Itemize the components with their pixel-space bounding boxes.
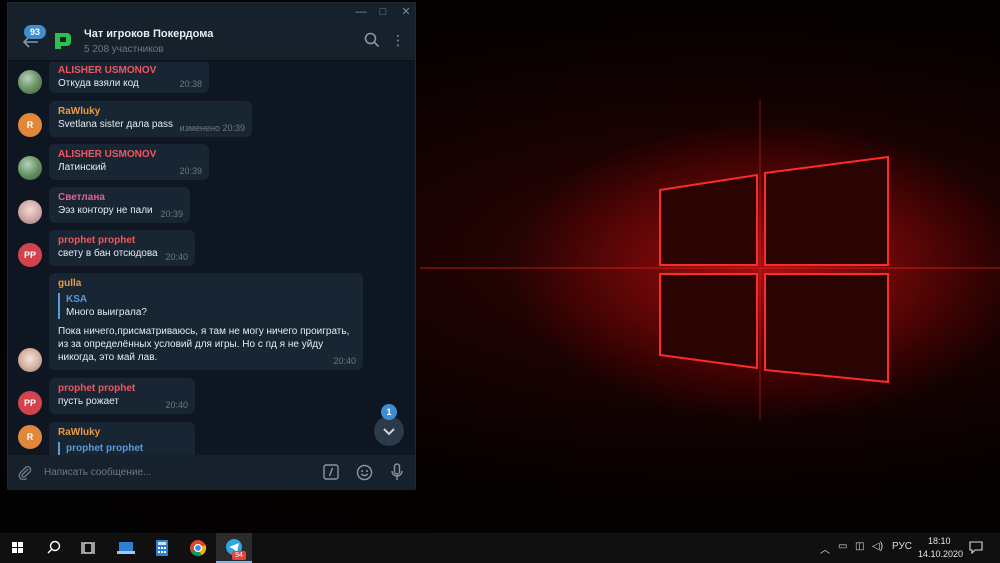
avatar[interactable] bbox=[18, 156, 42, 180]
search-icon bbox=[364, 32, 380, 48]
sender-name[interactable]: gulla bbox=[58, 277, 354, 290]
quote-text: Много выиграла? bbox=[66, 307, 147, 318]
attach-icon bbox=[18, 466, 32, 481]
member-count: 5 208 участников bbox=[84, 44, 164, 55]
message-time: изменено 20:39 bbox=[179, 123, 245, 133]
message-bubble[interactable]: RaWluky Svetlana sister дала pass измене… bbox=[49, 101, 252, 137]
chat-header: 93 Чат игроков Покердома 5 208 участнико… bbox=[8, 21, 415, 61]
start-button[interactable] bbox=[0, 533, 36, 563]
taskbar-search-button[interactable] bbox=[36, 533, 72, 563]
message-text-line: Пока ничего,присматриваюсь, я там не мог… bbox=[58, 326, 350, 337]
windows-start-icon bbox=[12, 542, 23, 553]
search-icon bbox=[47, 540, 61, 554]
new-messages-badge: 1 bbox=[381, 404, 397, 420]
emoji-button[interactable] bbox=[356, 464, 373, 481]
search-button[interactable] bbox=[363, 31, 381, 49]
network-icon[interactable]: ◫ bbox=[855, 541, 864, 552]
quote-author: KSA bbox=[66, 294, 88, 305]
more-vertical-icon[interactable]: ⋮ bbox=[391, 30, 405, 50]
chevron-down-icon bbox=[383, 428, 395, 436]
chat-title[interactable]: Чат игроков Покердома bbox=[84, 28, 213, 40]
notification-center-icon bbox=[969, 541, 983, 555]
avatar[interactable]: R bbox=[18, 113, 42, 137]
chrome-button[interactable] bbox=[180, 533, 216, 563]
task-view-icon bbox=[81, 542, 95, 554]
message-bubble[interactable]: ALISHER USMONOV Откуда взяли код 20:38 bbox=[49, 62, 209, 93]
file-manager-icon bbox=[117, 542, 135, 554]
telegram-unread-badge: 94 bbox=[232, 551, 246, 560]
message-input[interactable] bbox=[44, 463, 314, 481]
sender-name[interactable]: ALISHER USMONOV bbox=[58, 148, 200, 161]
taskbar: 94 ︿ ▭ ◫ ◁) РУС 18:10 14.10.2020 bbox=[0, 533, 1000, 563]
close-icon[interactable]: ✕ bbox=[396, 4, 416, 20]
pokerdom-logo-icon bbox=[55, 33, 71, 49]
message-time: 20:38 bbox=[179, 79, 202, 89]
avatar[interactable] bbox=[18, 200, 42, 224]
reply-quote[interactable]: KSA Много выиграла? bbox=[58, 293, 354, 319]
message-bubble[interactable]: gulla KSA Много выиграла? Пока ничего,пр… bbox=[49, 273, 363, 370]
chat-avatar[interactable] bbox=[52, 30, 74, 52]
sender-name[interactable]: RaWluky bbox=[58, 105, 243, 118]
telegram-window: — □ ✕ 93 Чат игроков Покердома 5 208 уча… bbox=[7, 2, 416, 490]
avatar[interactable] bbox=[18, 348, 42, 372]
unread-badge: 93 bbox=[24, 25, 46, 39]
sender-name[interactable]: Светлана bbox=[58, 191, 181, 204]
microphone-icon bbox=[391, 463, 403, 480]
sender-name[interactable]: prophet prophet bbox=[58, 382, 186, 395]
message-list[interactable]: ALISHER USMONOV Откуда взяли код 20:38 R… bbox=[8, 62, 415, 455]
message-bubble[interactable]: ALISHER USMONOV Латинский 20:39 bbox=[49, 144, 209, 180]
reply-quote[interactable]: prophet prophet bbox=[58, 442, 186, 455]
avatar[interactable]: PP bbox=[18, 391, 42, 415]
window-titlebar[interactable]: — □ ✕ bbox=[8, 3, 415, 21]
scroll-to-bottom-button[interactable] bbox=[374, 416, 404, 446]
clock-date[interactable]: 14.10.2020 bbox=[918, 549, 963, 559]
tray-overflow-icon[interactable]: ︿ bbox=[820, 541, 830, 556]
volume-icon[interactable]: ◁) bbox=[872, 541, 883, 552]
battery-icon[interactable]: ▭ bbox=[838, 541, 847, 552]
message-text-line: из за определённых условий для игры. Но … bbox=[58, 339, 324, 350]
message-time: 20:40 bbox=[165, 400, 188, 410]
sender-name[interactable]: RaWluky bbox=[58, 426, 186, 439]
task-view-button[interactable] bbox=[72, 533, 108, 563]
message-composer bbox=[8, 455, 415, 490]
microphone-button[interactable] bbox=[390, 463, 404, 481]
sender-name[interactable]: prophet prophet bbox=[58, 234, 186, 247]
file-manager-button[interactable] bbox=[108, 533, 144, 563]
input-language[interactable]: РУС bbox=[892, 541, 912, 552]
bot-command-icon bbox=[323, 464, 339, 480]
bot-command-button[interactable] bbox=[323, 464, 339, 480]
minimize-icon[interactable]: — bbox=[351, 4, 371, 20]
message-bubble[interactable]: prophet prophet свету в бан отсюдова 20:… bbox=[49, 230, 195, 266]
avatar[interactable]: PP bbox=[18, 243, 42, 267]
quote-author: prophet prophet bbox=[66, 443, 144, 454]
calculator-button[interactable] bbox=[144, 533, 180, 563]
notifications-icon[interactable] bbox=[969, 541, 983, 557]
message-text-line: никогда, это май лав. bbox=[58, 352, 158, 363]
maximize-icon[interactable]: □ bbox=[373, 4, 393, 20]
clock-time[interactable]: 18:10 bbox=[928, 536, 951, 546]
message-time: 20:40 bbox=[165, 252, 188, 262]
message-bubble[interactable]: RaWluky prophet prophet bbox=[49, 422, 195, 455]
calculator-icon bbox=[156, 540, 168, 556]
attach-button[interactable] bbox=[17, 464, 33, 481]
chrome-icon bbox=[190, 540, 207, 556]
emoji-icon bbox=[356, 464, 373, 481]
message-time: 20:39 bbox=[179, 166, 202, 176]
avatar[interactable]: R bbox=[18, 425, 42, 449]
avatar[interactable] bbox=[18, 70, 42, 94]
sender-name[interactable]: ALISHER USMONOV bbox=[58, 64, 200, 77]
message-time: 20:39 bbox=[160, 209, 183, 219]
message-bubble[interactable]: prophet prophet пусть рожает 20:40 bbox=[49, 378, 195, 414]
message-time: 20:40 bbox=[333, 356, 356, 366]
message-bubble[interactable]: Светлана Ээз контору не пали 20:39 bbox=[49, 187, 190, 223]
